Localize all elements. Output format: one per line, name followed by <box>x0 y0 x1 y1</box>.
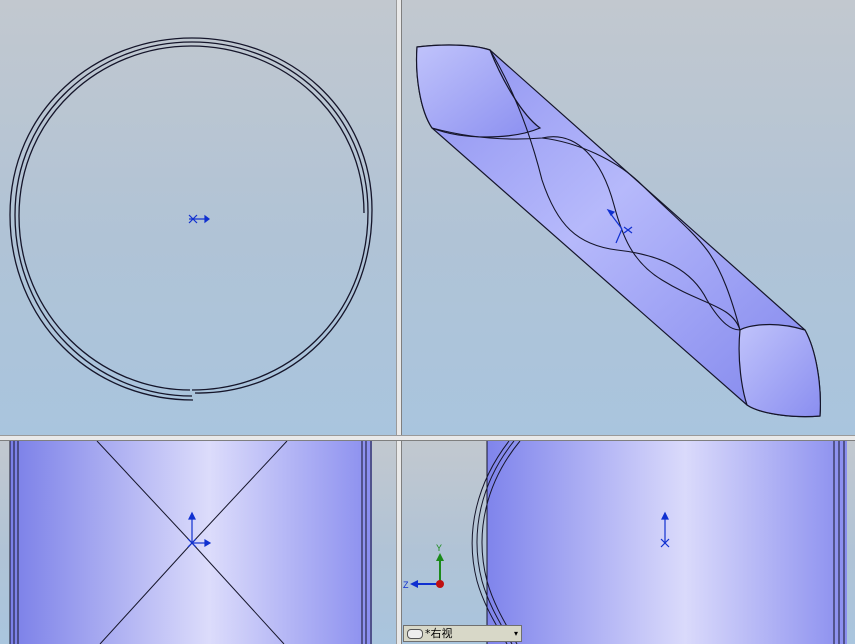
view-orientation-icon <box>407 628 423 639</box>
circle-profile-drawing <box>9 37 373 401</box>
triad-z-label: Z <box>403 580 409 590</box>
viewport-top-right[interactable] <box>402 0 855 435</box>
right-view-drawing: Y Z <box>403 441 847 644</box>
front-view-drawing <box>9 441 372 644</box>
origin-icon <box>188 214 210 224</box>
view-name-dropdown[interactable]: *右视 ▾ <box>403 625 522 642</box>
viewport-bottom-right[interactable]: Y Z *右视 ▾ <box>402 441 855 644</box>
view-name-label: *右视 <box>425 627 453 640</box>
chevron-down-icon: ▾ <box>513 629 518 638</box>
triad-y-label: Y <box>436 543 442 553</box>
view-triad-icon: Y Z <box>403 543 444 590</box>
viewport-horizontal-splitter[interactable] <box>0 435 855 441</box>
viewport-top-left[interactable] <box>0 0 396 435</box>
viewport-vertical-splitter[interactable] <box>396 0 402 644</box>
viewport-bottom-left[interactable] <box>0 441 396 644</box>
isometric-part-drawing <box>416 44 821 418</box>
